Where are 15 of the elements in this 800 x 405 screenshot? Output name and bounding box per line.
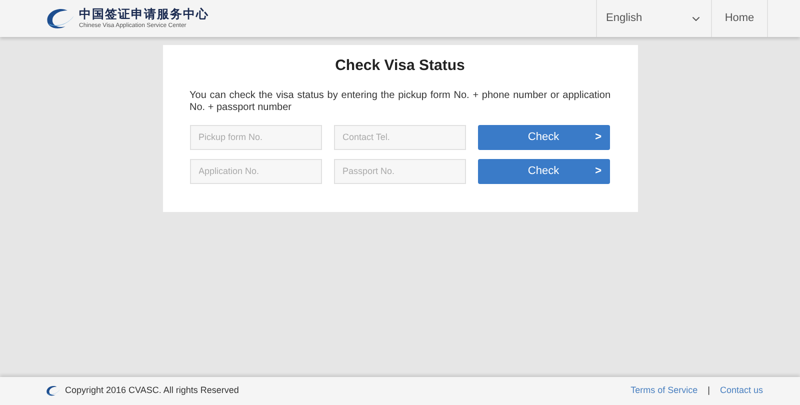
input-field[interactable]: Pickup form No.: [190, 124, 322, 150]
check-button[interactable]: Check >: [478, 158, 610, 184]
input-field[interactable]: Application No.: [190, 158, 322, 184]
input-field[interactable]: Passport No.: [334, 158, 466, 184]
language-dropdown[interactable]: English: [596, 0, 712, 37]
description-text: You can check the visa status by entering the pickup form No. + phone number or application No. + passport number: [190, 90, 610, 114]
footer-link[interactable]: Terms of Service: [630, 384, 698, 398]
card-title: Check Visa Status: [334, 56, 466, 76]
link-separator: |: [708, 384, 710, 398]
copyright-text: Copyright 2016 CVASC. All rights Reserved: [65, 384, 239, 398]
footer-link[interactable]: Contact us: [720, 384, 763, 398]
nav-link[interactable]: Home: [712, 0, 768, 37]
input-field[interactable]: Contact Tel.: [334, 124, 466, 150]
logo-title: 中国签证申请服务中心: [79, 8, 209, 20]
check-button[interactable]: Check >: [478, 124, 610, 150]
